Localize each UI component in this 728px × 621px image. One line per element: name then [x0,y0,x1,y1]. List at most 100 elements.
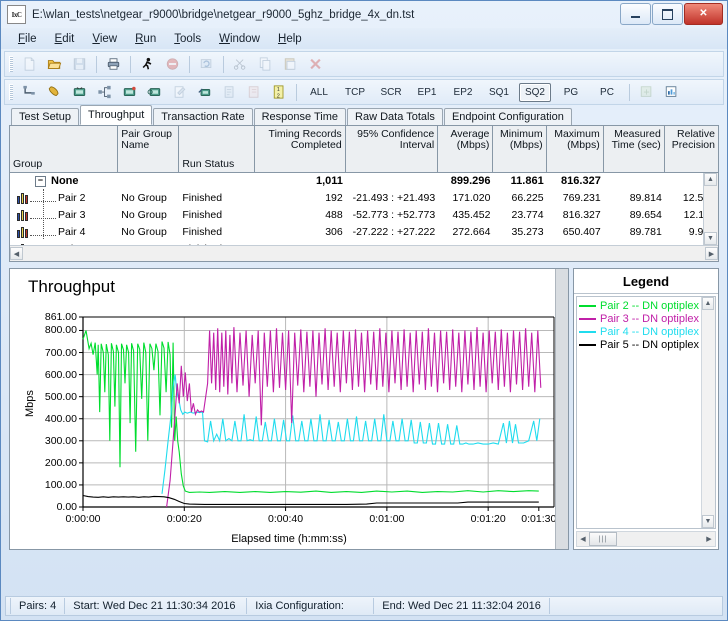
menu-edit[interactable]: Edit [46,31,84,47]
filter-sq2-button[interactable]: SQ2 [519,82,551,102]
scroll-up-icon[interactable]: ▲ [702,297,714,310]
tab-raw-data-totals[interactable]: Raw Data Totals [347,108,443,125]
throughput-chart[interactable]: Throughput Mbps Elapsed time (h:mm:ss) 8… [9,268,569,550]
bar-chart-icon [17,226,30,238]
toolbar-grip[interactable] [9,56,13,72]
menu-view[interactable]: View [83,31,126,47]
toolbar-separator [296,83,297,101]
filter-pg-button[interactable]: PG [555,83,587,102]
status-bar: Pairs: 4 Start: Wed Dec 21 11:30:34 2016… [5,596,723,616]
add-pair-button[interactable] [18,81,41,103]
paste-button[interactable] [279,53,302,75]
column-header-measured-time[interactable]: Measured Time (sec) [604,126,665,172]
tab-transaction-rate[interactable]: Transaction Rate [153,108,253,125]
menu-tools[interactable]: Tools [165,31,210,47]
sort-pairs-button[interactable]: 1 2 [268,81,291,103]
refresh-button[interactable] [195,53,218,75]
toolbar-grip[interactable] [9,84,13,100]
column-header-group[interactable]: Group [10,126,119,172]
export-button[interactable] [635,81,658,103]
close-button[interactable]: ✕ [684,3,723,25]
filter-ep1-button[interactable]: EP1 [411,83,443,102]
column-header-pair-group-name[interactable]: Pair Group Name [118,126,180,172]
column-header-confidence-interval[interactable]: 95% Confidence Interval [346,126,439,172]
cell-average: 22.578 [438,243,493,246]
window-controls: ✕ [620,3,723,25]
filter-sq1-button[interactable]: SQ1 [483,83,515,102]
expand-collapse-icon[interactable]: − [35,175,46,187]
legend-list[interactable]: Pair 2 -- DN optiplex Pair 3 -- DN optip… [576,296,716,529]
filter-ep2-button[interactable]: EP2 [447,83,479,102]
column-header-average[interactable]: Average (Mbps) [438,126,494,172]
legend-vertical-scrollbar[interactable]: ▲ ▼ [701,297,715,528]
column-header-timing-records[interactable]: Timing Records Completed [255,126,346,172]
scroll-down-icon[interactable]: ▼ [704,232,717,245]
filter-pc-button[interactable]: PC [591,83,623,102]
add-multicast-pair-button[interactable] [93,81,116,103]
stop-test-button[interactable] [161,53,184,75]
filter-tcp-button[interactable]: TCP [339,83,371,102]
chart-vertical-scrollbar[interactable] [555,269,568,549]
open-folder-button[interactable] [43,53,66,75]
print-button[interactable] [102,53,125,75]
pair-name: Pair 3 [58,208,86,221]
cell-timing-records: 306 [325,225,343,238]
status-pairs: Pairs: 4 [10,598,66,614]
scroll-right-icon[interactable]: ▶ [705,247,718,260]
scroll-left-icon[interactable]: ◀ [10,247,23,260]
menu-help[interactable]: Help [269,31,311,47]
column-header-relative-precision[interactable]: Relative Precision [665,126,718,172]
copy-button[interactable] [254,53,277,75]
add-video-pair-button[interactable] [68,81,91,103]
cut-button[interactable] [229,53,252,75]
legend-item[interactable]: Pair 5 -- DN optiplex [577,338,715,351]
grid-vertical-scrollbar[interactable]: ▲ ▼ [703,173,718,245]
menu-file[interactable]: FFileile [9,31,46,47]
legend-item[interactable]: Pair 2 -- DN optiplex [577,299,715,312]
copy-pair-button[interactable] [218,81,241,103]
legend-item[interactable]: Pair 3 -- DN optiplex [577,312,715,325]
tab-test-setup[interactable]: Test Setup [11,108,79,125]
run-test-button[interactable] [136,53,159,75]
duplicate-pair-button[interactable] [243,81,266,103]
column-header-run-status[interactable]: Run Status [179,126,256,172]
menu-run[interactable]: Run [126,31,165,47]
column-header-maximum[interactable]: Maximum (Mbps) [547,126,604,172]
filter-all-button[interactable]: ALL [303,83,335,102]
tab-endpoint-configuration[interactable]: Endpoint Configuration [443,108,572,125]
new-document-button[interactable] [18,53,41,75]
scroll-right-icon[interactable]: ▶ [703,533,715,545]
add-hardware-pair-button[interactable] [118,81,141,103]
ixchariot-window: IxC E:\wlan_tests\netgear_r9000\bridge\n… [0,0,728,621]
delete-button[interactable] [304,53,327,75]
grid-horizontal-scrollbar[interactable]: ◀ ▶ [10,245,718,261]
table-row[interactable]: Pair 3 No Group Finished 488 -52.773 : +… [10,206,718,223]
add-hardware-video-pair-button[interactable] [143,81,166,103]
scroll-up-icon[interactable]: ▲ [704,173,717,186]
cell-timing-records: 25 [255,243,346,246]
legend-item[interactable]: Pair 4 -- DN optiplex [577,325,715,338]
table-row[interactable]: Pair 4 No Group Finished 306 -27.222 : +… [10,223,718,240]
legend-title: Legend [574,269,718,294]
maximize-button[interactable] [652,3,683,25]
setup-pair-button[interactable] [193,81,216,103]
table-row-group[interactable]: − None 1,011 899.296 11.861 816.327 [10,173,718,189]
toolbar-separator [130,55,131,73]
report-button[interactable] [660,81,683,103]
table-row[interactable]: Pair 2 No Group Finished 192 -21.493 : +… [10,189,718,206]
table-row[interactable]: Pair 5 No Group Finished 25 -3.685 : +3.… [10,240,718,245]
tab-throughput[interactable]: Throughput [79,105,153,125]
minimize-button[interactable] [620,3,651,25]
edit-pair-button[interactable] [168,81,191,103]
scrollbar-thumb[interactable]: ||| [589,532,617,546]
filter-scr-button[interactable]: SCR [375,83,407,102]
cell-measured-time: 88.580 [604,243,665,246]
add-voip-pair-button[interactable] [43,81,66,103]
menu-window[interactable]: Window [210,31,269,47]
scroll-down-icon[interactable]: ▼ [702,515,714,528]
scroll-left-icon[interactable]: ◀ [577,533,589,545]
save-button[interactable] [68,53,91,75]
column-header-minimum[interactable]: Minimum (Mbps) [493,126,547,172]
legend-horizontal-scrollbar[interactable]: ◀ ||| ▶ [576,531,716,547]
tab-response-time[interactable]: Response Time [253,108,347,125]
